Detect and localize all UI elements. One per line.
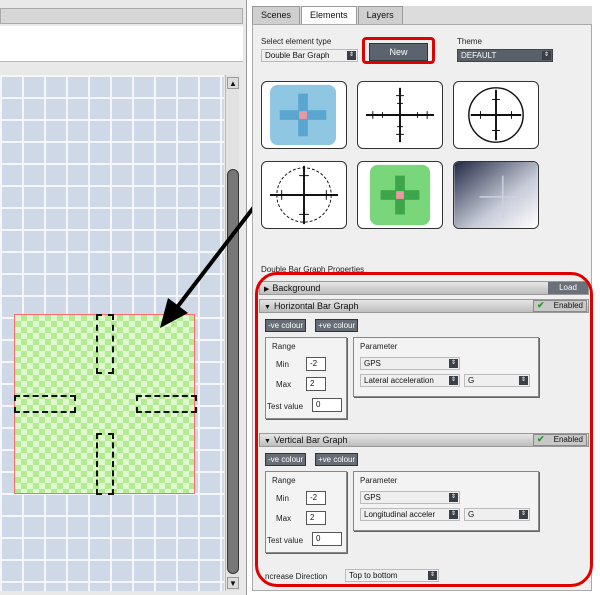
double-bar-graph-widget[interactable] <box>14 314 197 495</box>
thumbnail-dashed-circle-cross[interactable] <box>261 161 347 229</box>
vertical-bar-bottom <box>96 433 114 495</box>
element-type-label: Select element type <box>261 37 332 46</box>
element-thumbnail-grid <box>261 81 585 231</box>
thumbnail-green-cross[interactable] <box>357 161 443 229</box>
thumbnail-ruler-cross[interactable] <box>357 81 443 149</box>
thumbnail-blue-cross[interactable] <box>261 81 347 149</box>
theme-label: Theme <box>457 37 482 46</box>
thumbnail-circle-cross[interactable] <box>453 81 539 149</box>
element-type-value: Double Bar Graph <box>265 51 330 60</box>
design-canvas[interactable] <box>0 75 224 591</box>
canvas-toolstrip <box>0 26 243 62</box>
tab-scenes[interactable]: Scenes <box>252 6 301 24</box>
scroll-down-icon[interactable]: ▼ <box>227 577 239 589</box>
horizontal-bar-left <box>14 395 76 413</box>
theme-select[interactable]: DEFAULT ⇕ <box>457 49 553 62</box>
horizontal-bar-right <box>136 395 197 413</box>
tab-layers[interactable]: Layers <box>357 6 403 24</box>
theme-value: DEFAULT <box>461 51 497 60</box>
canvas-vertical-scrollbar[interactable]: ▲ ▼ <box>225 75 239 591</box>
canvas-pane: ▲ ▼ <box>0 0 247 595</box>
scrollbar-thumb[interactable] <box>227 169 239 574</box>
new-button[interactable]: New <box>369 43 428 61</box>
tab-bar: Scenes Elements Layers <box>252 6 404 24</box>
thumbnail-gradient-cross[interactable] <box>453 161 539 229</box>
new-button-label: New <box>389 47 408 57</box>
vertical-bar-top <box>96 314 114 374</box>
select-caret-icon: ⇕ <box>347 51 356 60</box>
select-caret-icon: ⇕ <box>542 51 551 60</box>
properties-highlight <box>255 272 593 587</box>
scroll-up-icon[interactable]: ▲ <box>227 77 239 89</box>
canvas-toolbar <box>0 8 243 24</box>
tab-elements[interactable]: Elements <box>301 6 357 24</box>
element-type-select[interactable]: Double Bar Graph ⇕ <box>261 49 358 62</box>
